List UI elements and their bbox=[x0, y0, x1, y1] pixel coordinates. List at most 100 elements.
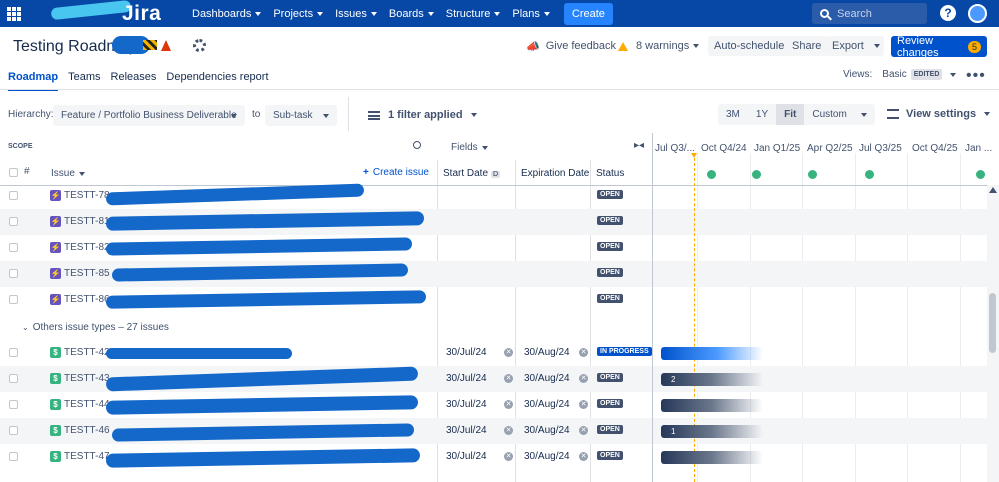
help-icon[interactable]: ? bbox=[940, 5, 956, 21]
timeline-bar[interactable] bbox=[661, 399, 763, 412]
issue-key[interactable]: TESTT-85 bbox=[64, 268, 110, 279]
timeline-bar[interactable] bbox=[661, 347, 763, 360]
gear-icon[interactable] bbox=[193, 39, 206, 52]
avatar[interactable] bbox=[968, 4, 987, 23]
create-issue-button[interactable]: + Create issue bbox=[363, 167, 429, 178]
scroll-up-icon[interactable] bbox=[989, 187, 997, 193]
nav-projects[interactable]: Projects bbox=[273, 3, 324, 25]
release-marker[interactable] bbox=[707, 170, 716, 179]
clear-icon[interactable]: ✕ bbox=[504, 348, 513, 357]
zoom-3m[interactable]: 3M bbox=[718, 104, 748, 125]
clear-icon[interactable]: ✕ bbox=[579, 374, 588, 383]
tab-teams[interactable]: Teams bbox=[68, 71, 100, 91]
clear-icon[interactable]: ✕ bbox=[579, 400, 588, 409]
timeline-bar[interactable]: 1 bbox=[661, 425, 763, 438]
issue-key[interactable]: TESTT-86 bbox=[64, 294, 110, 305]
timeline-bar[interactable] bbox=[661, 451, 763, 464]
top-navigation: Jira Dashboards Projects Issues Boards S… bbox=[0, 0, 999, 27]
search-icon[interactable] bbox=[413, 141, 421, 149]
release-marker[interactable] bbox=[976, 170, 985, 179]
expiration-date[interactable]: 30/Aug/24 bbox=[524, 347, 570, 358]
expiration-date-column-header[interactable]: Expiration Date bbox=[521, 168, 589, 179]
more-options-icon[interactable]: ••• bbox=[966, 67, 986, 85]
clear-icon[interactable]: ✕ bbox=[504, 374, 513, 383]
group-header[interactable]: ⌄ Others issue types – 27 issues bbox=[22, 322, 169, 333]
views-selector[interactable]: Views: Basic EDITED bbox=[843, 69, 957, 80]
table-row[interactable]: $ TESTT-42 30/Jul/24 ✕ 30/Aug/24 ✕ IN PROGRESS bbox=[0, 340, 652, 366]
clear-icon[interactable]: ✕ bbox=[579, 348, 588, 357]
row-checkbox[interactable] bbox=[9, 295, 18, 304]
scrollbar-thumb[interactable] bbox=[989, 293, 996, 353]
start-date[interactable]: 30/Jul/24 bbox=[446, 451, 487, 462]
tab-dependencies-report[interactable]: Dependencies report bbox=[166, 71, 268, 91]
zoom-custom[interactable]: Custom bbox=[804, 104, 874, 125]
release-marker[interactable] bbox=[865, 170, 874, 179]
row-checkbox[interactable] bbox=[9, 452, 18, 461]
tab-roadmap[interactable]: Roadmap bbox=[8, 71, 59, 91]
vertical-scrollbar[interactable] bbox=[987, 185, 999, 482]
row-checkbox[interactable] bbox=[9, 243, 18, 252]
zoom-fit[interactable]: Fit bbox=[776, 104, 805, 125]
export-button[interactable]: Export bbox=[826, 36, 884, 56]
start-date-column-header[interactable]: Start Date D bbox=[443, 168, 501, 179]
start-date[interactable]: 30/Jul/24 bbox=[446, 347, 487, 358]
row-checkbox[interactable] bbox=[9, 348, 18, 357]
zoom-1y[interactable]: 1Y bbox=[748, 104, 776, 125]
filter-applied-button[interactable]: 1 filter applied bbox=[368, 109, 477, 121]
fields-dropdown[interactable]: Fields bbox=[451, 142, 488, 153]
warnings-button[interactable]: 8 warnings bbox=[612, 36, 705, 56]
clear-icon[interactable]: ✕ bbox=[579, 452, 588, 461]
nav-issues[interactable]: Issues bbox=[335, 3, 377, 25]
issue-key[interactable]: TESTT-81 bbox=[64, 216, 110, 227]
timeline-bar[interactable]: 2 bbox=[661, 373, 763, 386]
issue-key[interactable]: TESTT-78 bbox=[64, 190, 110, 201]
row-checkbox[interactable] bbox=[9, 269, 18, 278]
nav-structure[interactable]: Structure bbox=[446, 3, 501, 25]
jira-logo[interactable]: Jira bbox=[39, 0, 161, 27]
clear-icon[interactable]: ✕ bbox=[504, 452, 513, 461]
release-marker[interactable] bbox=[808, 170, 817, 179]
clear-icon[interactable]: ✕ bbox=[504, 400, 513, 409]
issue-column-header[interactable]: Issue bbox=[51, 168, 85, 179]
status-column-header[interactable]: Status bbox=[596, 168, 624, 179]
hierarchy-from-select[interactable]: Feature / Portfolio Business Deliverable bbox=[53, 105, 245, 126]
row-checkbox[interactable] bbox=[9, 191, 18, 200]
start-date[interactable]: 30/Jul/24 bbox=[446, 399, 487, 410]
start-date[interactable]: 30/Jul/24 bbox=[446, 425, 487, 436]
nav-dashboards[interactable]: Dashboards bbox=[192, 3, 262, 25]
number-column-header: # bbox=[24, 166, 30, 177]
select-all-checkbox[interactable] bbox=[9, 168, 18, 177]
issue-key[interactable]: TESTT-46 bbox=[64, 425, 110, 436]
row-checkbox[interactable] bbox=[9, 400, 18, 409]
release-marker[interactable] bbox=[752, 170, 761, 179]
tab-releases[interactable]: Releases bbox=[111, 71, 157, 91]
row-checkbox[interactable] bbox=[9, 374, 18, 383]
create-button[interactable]: Create bbox=[563, 2, 613, 25]
issue-key[interactable]: TESTT-47 bbox=[64, 451, 110, 462]
review-changes-button[interactable]: Review changes 5 bbox=[891, 35, 987, 59]
app-switcher-icon[interactable] bbox=[7, 6, 21, 21]
issue-key[interactable]: TESTT-44 bbox=[64, 399, 110, 410]
nav-plans[interactable]: Plans bbox=[512, 3, 550, 25]
clear-icon[interactable]: ✕ bbox=[579, 426, 588, 435]
row-checkbox[interactable] bbox=[9, 217, 18, 226]
give-feedback-button[interactable]: 📣 Give feedback bbox=[520, 36, 622, 56]
expiration-date[interactable]: 30/Aug/24 bbox=[524, 425, 570, 436]
expiration-date[interactable]: 30/Aug/24 bbox=[524, 399, 570, 410]
view-settings-button[interactable]: View settings bbox=[887, 108, 991, 120]
chevron-down-icon bbox=[427, 11, 434, 16]
hierarchy-to-select[interactable]: Sub-task bbox=[265, 105, 337, 126]
nav-boards[interactable]: Boards bbox=[389, 3, 434, 25]
auto-schedule-button[interactable]: Auto-schedule bbox=[708, 36, 791, 56]
collapse-icon[interactable]: ▸◂ bbox=[634, 140, 644, 151]
share-button[interactable]: Share bbox=[786, 36, 828, 56]
start-date[interactable]: 30/Jul/24 bbox=[446, 373, 487, 384]
row-checkbox[interactable] bbox=[9, 426, 18, 435]
expiration-date[interactable]: 30/Aug/24 bbox=[524, 451, 570, 462]
issue-key[interactable]: TESTT-82 bbox=[64, 242, 110, 253]
expiration-date[interactable]: 30/Aug/24 bbox=[524, 373, 570, 384]
clear-icon[interactable]: ✕ bbox=[504, 426, 513, 435]
issue-key[interactable]: TESTT-43 bbox=[64, 373, 110, 384]
issue-key[interactable]: TESTT-42 bbox=[64, 347, 110, 358]
search-input[interactable]: Search bbox=[812, 3, 927, 24]
